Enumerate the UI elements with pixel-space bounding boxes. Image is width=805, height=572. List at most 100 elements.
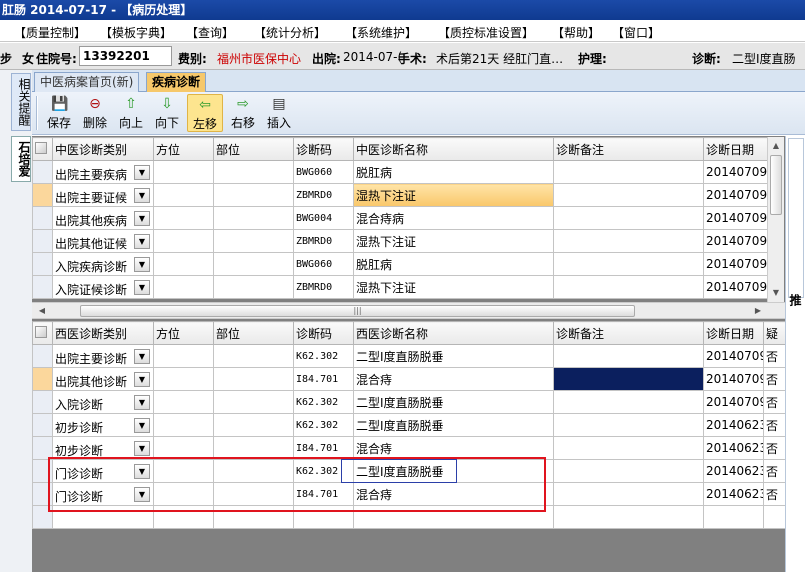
row-indicator[interactable]	[32, 344, 53, 368]
suspect-cell[interactable]: 否	[763, 344, 786, 368]
table-row[interactable]: 入院诊断 ▼ K62.302 二型Ⅰ度直肠脱垂 20140709 否	[32, 390, 786, 414]
note-cell[interactable]	[553, 344, 704, 368]
date-cell[interactable]: 20140709	[703, 390, 764, 414]
menu-qc-standard-settings[interactable]: 【质控标准设置】	[438, 24, 534, 41]
inpatient-number-field[interactable]: 13392201	[79, 46, 172, 66]
move-up-button[interactable]: ⇧ 向上	[113, 94, 149, 132]
note-cell[interactable]	[553, 390, 704, 414]
row-indicator[interactable]	[32, 505, 53, 529]
row-indicator[interactable]	[32, 482, 53, 506]
row-indicator[interactable]	[32, 252, 53, 276]
category-dropdown[interactable]: 入院证候诊断 ▼	[52, 275, 154, 299]
table-row[interactable]: 入院疾病诊断 ▼ BWG060 脱肛病 20140709	[32, 252, 768, 276]
date-cell[interactable]: 20140623	[703, 413, 764, 437]
note-cell[interactable]	[553, 459, 704, 483]
row-indicator[interactable]	[32, 459, 53, 483]
date-cell[interactable]: 20140709	[703, 229, 768, 253]
scroll-right-icon[interactable]: ▶	[751, 304, 765, 318]
position-cell[interactable]	[153, 482, 214, 506]
code-cell[interactable]: ZBMRD0	[293, 229, 354, 253]
code-cell[interactable]: BWG060	[293, 160, 354, 184]
name-cell[interactable]: 湿热下注证	[353, 275, 554, 299]
empty-cell[interactable]	[153, 505, 214, 529]
position-cell[interactable]	[153, 252, 214, 276]
col-site[interactable]: 部位	[213, 321, 294, 345]
empty-cell[interactable]	[52, 505, 154, 529]
menu-system-maintenance[interactable]: 【系统维护】	[345, 24, 417, 41]
col-suspect[interactable]: 疑	[763, 321, 786, 345]
tcm-grid-horizontal-scrollbar[interactable]: ◀ ||| ▶	[32, 302, 785, 319]
row-indicator[interactable]	[32, 229, 53, 253]
col-wm-category[interactable]: 西医诊断类别	[52, 321, 154, 345]
col-date[interactable]: 诊断日期	[703, 137, 768, 161]
table-row[interactable]: 入院证候诊断 ▼ ZBMRD0 湿热下注证 20140709	[32, 275, 768, 299]
row-indicator[interactable]	[32, 206, 53, 230]
row-indicator[interactable]	[32, 413, 53, 437]
table-row[interactable]: 门诊诊断 ▼ K62.302 二型Ⅰ度直肠脱垂 20140623 否	[32, 459, 786, 483]
menu-help[interactable]: 【帮助】	[552, 24, 600, 41]
position-cell[interactable]	[153, 367, 214, 391]
insert-button[interactable]: ▤ 插入	[261, 94, 297, 132]
note-cell[interactable]	[553, 160, 704, 184]
site-cell[interactable]	[213, 482, 294, 506]
name-cell[interactable]: 二型Ⅰ度直肠脱垂	[353, 390, 554, 414]
table-row-empty[interactable]	[32, 505, 786, 529]
col-code[interactable]: 诊断码	[293, 137, 354, 161]
name-cell[interactable]: 湿热下注证	[353, 229, 554, 253]
date-cell[interactable]: 20140709	[703, 275, 768, 299]
date-cell[interactable]: 20140709	[703, 206, 768, 230]
code-cell[interactable]: I84.701	[293, 367, 354, 391]
empty-cell[interactable]	[293, 505, 354, 529]
position-cell[interactable]	[153, 275, 214, 299]
site-cell[interactable]	[213, 459, 294, 483]
scroll-thumb[interactable]	[770, 155, 782, 215]
category-dropdown[interactable]: 入院疾病诊断 ▼	[52, 252, 154, 276]
suspect-cell[interactable]: 否	[763, 436, 786, 460]
position-cell[interactable]	[153, 206, 214, 230]
suspect-cell[interactable]: 否	[763, 413, 786, 437]
scroll-down-icon[interactable]: ▼	[769, 286, 783, 300]
move-down-button[interactable]: ⇩ 向下	[149, 94, 185, 132]
table-row[interactable]: 出院主要诊断 ▼ K62.302 二型Ⅰ度直肠脱垂 20140709 否	[32, 344, 786, 368]
code-cell[interactable]: K62.302	[293, 459, 354, 483]
category-dropdown[interactable]: 初步诊断 ▼	[52, 436, 154, 460]
move-right-button[interactable]: ⇨ 右移	[225, 94, 261, 132]
note-cell[interactable]	[553, 206, 704, 230]
code-cell[interactable]: ZBMRD0	[293, 275, 354, 299]
table-row[interactable]: 门诊诊断 ▼ I84.701 混合痔 20140623 否	[32, 482, 786, 506]
note-cell[interactable]	[553, 183, 704, 207]
row-indicator[interactable]	[32, 183, 53, 207]
col-site[interactable]: 部位	[213, 137, 294, 161]
row-indicator[interactable]	[32, 390, 53, 414]
scroll-up-icon[interactable]: ▲	[769, 139, 783, 153]
scroll-thumb[interactable]: |||	[80, 305, 635, 317]
table-row[interactable]: 出院其他证候 ▼ ZBMRD0 湿热下注证 20140709	[32, 229, 768, 253]
menu-template-dictionary[interactable]: 【模板字典】	[100, 24, 172, 41]
col-position[interactable]: 方位	[153, 137, 214, 161]
col-code[interactable]: 诊断码	[293, 321, 354, 345]
site-cell[interactable]	[213, 183, 294, 207]
col-position[interactable]: 方位	[153, 321, 214, 345]
menu-window[interactable]: 【窗口】	[612, 24, 660, 41]
empty-cell[interactable]	[213, 505, 294, 529]
site-cell[interactable]	[213, 206, 294, 230]
date-cell[interactable]: 20140623	[703, 459, 764, 483]
site-cell[interactable]	[213, 436, 294, 460]
category-dropdown[interactable]: 出院其他疾病 ▼	[52, 206, 154, 230]
name-cell[interactable]: 脱肛病	[353, 252, 554, 276]
row-indicator[interactable]	[32, 436, 53, 460]
code-cell[interactable]: K62.302	[293, 413, 354, 437]
position-cell[interactable]	[153, 436, 214, 460]
date-cell[interactable]: 20140623	[703, 482, 764, 506]
date-cell[interactable]: 20140709	[703, 160, 768, 184]
site-cell[interactable]	[213, 275, 294, 299]
category-dropdown[interactable]: 出院主要证候 ▼	[52, 183, 154, 207]
suspect-cell[interactable]: 否	[763, 482, 786, 506]
date-cell[interactable]: 20140709	[703, 183, 768, 207]
col-note[interactable]: 诊断备注	[553, 137, 704, 161]
date-cell[interactable]: 20140623	[703, 436, 764, 460]
row-indicator[interactable]	[32, 367, 53, 391]
note-cell[interactable]	[553, 413, 704, 437]
site-cell[interactable]	[213, 160, 294, 184]
position-cell[interactable]	[153, 459, 214, 483]
